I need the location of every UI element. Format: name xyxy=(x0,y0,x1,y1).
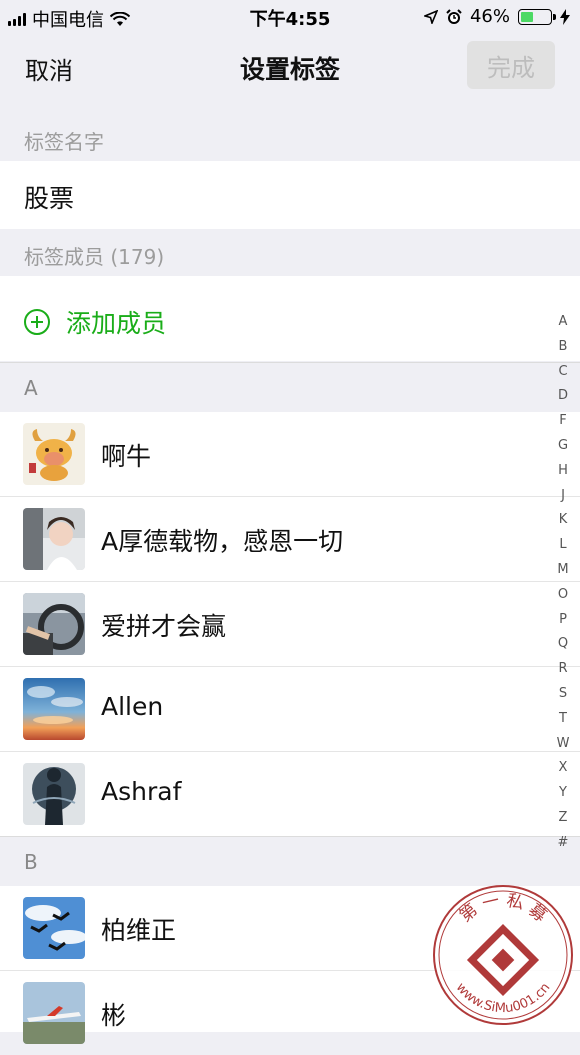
index-letter[interactable]: L xyxy=(559,533,566,558)
alarm-icon xyxy=(446,8,462,24)
index-letter[interactable]: Y xyxy=(559,781,567,806)
avatar xyxy=(23,508,85,570)
tag-name-field[interactable]: 股票 xyxy=(0,161,580,229)
member-name: 彬 xyxy=(101,1001,127,1030)
index-letter[interactable]: K xyxy=(559,508,568,533)
avatar xyxy=(23,897,85,959)
member-name: 爱拼才会赢 xyxy=(101,612,227,641)
index-letter[interactable]: P xyxy=(559,608,567,633)
group-letter: A xyxy=(24,376,38,400)
alphabet-index[interactable]: A B C D F G H J K L M O P Q R S T W X Y Z # xyxy=(554,310,572,856)
member-row[interactable]: A厚德载物，感恩一切 xyxy=(0,497,580,582)
index-letter[interactable]: C xyxy=(558,360,567,385)
avatar xyxy=(23,678,85,740)
battery-icon xyxy=(518,8,556,25)
battery-percent: 46% xyxy=(469,6,510,27)
index-letter[interactable]: W xyxy=(557,732,570,757)
index-letter[interactable]: T xyxy=(559,707,567,732)
group-header-b: B xyxy=(0,836,580,887)
index-letter[interactable]: M xyxy=(557,558,568,583)
watermark-logo: 第 一 私 募 www.SiMu001.cn xyxy=(432,884,574,1026)
add-member-label: 添加成员 xyxy=(66,309,167,338)
index-letter[interactable]: # xyxy=(558,831,569,856)
done-button[interactable]: 完成 xyxy=(467,41,555,89)
index-letter[interactable]: F xyxy=(559,409,566,434)
tag-members-section-label: 标签成员 (179) xyxy=(24,245,165,269)
add-circle-icon xyxy=(24,309,50,335)
member-list-a: 啊牛 A厚德载物，感恩一切 爱拼才会赢 Allen Ashraf xyxy=(0,412,580,836)
index-letter[interactable]: X xyxy=(559,756,568,781)
avatar xyxy=(23,423,85,485)
avatar xyxy=(23,982,85,1044)
avatar xyxy=(23,763,85,825)
index-letter[interactable]: S xyxy=(559,682,567,707)
index-letter[interactable]: Z xyxy=(559,806,568,831)
index-letter[interactable]: R xyxy=(558,657,567,682)
index-letter[interactable]: G xyxy=(558,434,568,459)
index-letter[interactable]: D xyxy=(558,384,568,409)
member-row[interactable]: 爱拼才会赢 xyxy=(0,582,580,667)
group-letter: B xyxy=(24,850,38,874)
index-letter[interactable]: O xyxy=(558,583,568,608)
navigation-bar: 取消 设置标签 完成 xyxy=(0,32,580,100)
member-name: 啊牛 xyxy=(101,442,152,471)
index-letter[interactable]: J xyxy=(561,484,565,509)
member-name: A厚德载物，感恩一切 xyxy=(101,527,344,556)
add-member-button[interactable]: 添加成员 xyxy=(24,304,166,340)
index-letter[interactable]: Q xyxy=(558,632,568,657)
index-letter[interactable]: A xyxy=(559,310,568,335)
tag-name-value: 股票 xyxy=(24,184,75,213)
group-header-a: A xyxy=(0,362,580,413)
location-icon xyxy=(423,9,438,24)
status-bar: 中国电信 下午4:55 46% xyxy=(0,0,580,32)
index-letter[interactable]: H xyxy=(558,459,568,484)
member-name: Allen xyxy=(101,692,164,721)
member-name: Ashraf xyxy=(101,777,182,806)
member-name: 柏维正 xyxy=(101,916,177,945)
member-row[interactable]: 啊牛 xyxy=(0,412,580,497)
add-member-row[interactable]: 添加成员 xyxy=(0,276,580,361)
avatar xyxy=(23,593,85,655)
member-row[interactable]: Allen xyxy=(0,667,580,752)
index-letter[interactable]: B xyxy=(559,335,568,360)
charging-icon xyxy=(560,8,570,25)
member-row[interactable]: Ashraf xyxy=(0,752,580,836)
tag-name-section-label: 标签名字 xyxy=(24,130,104,154)
